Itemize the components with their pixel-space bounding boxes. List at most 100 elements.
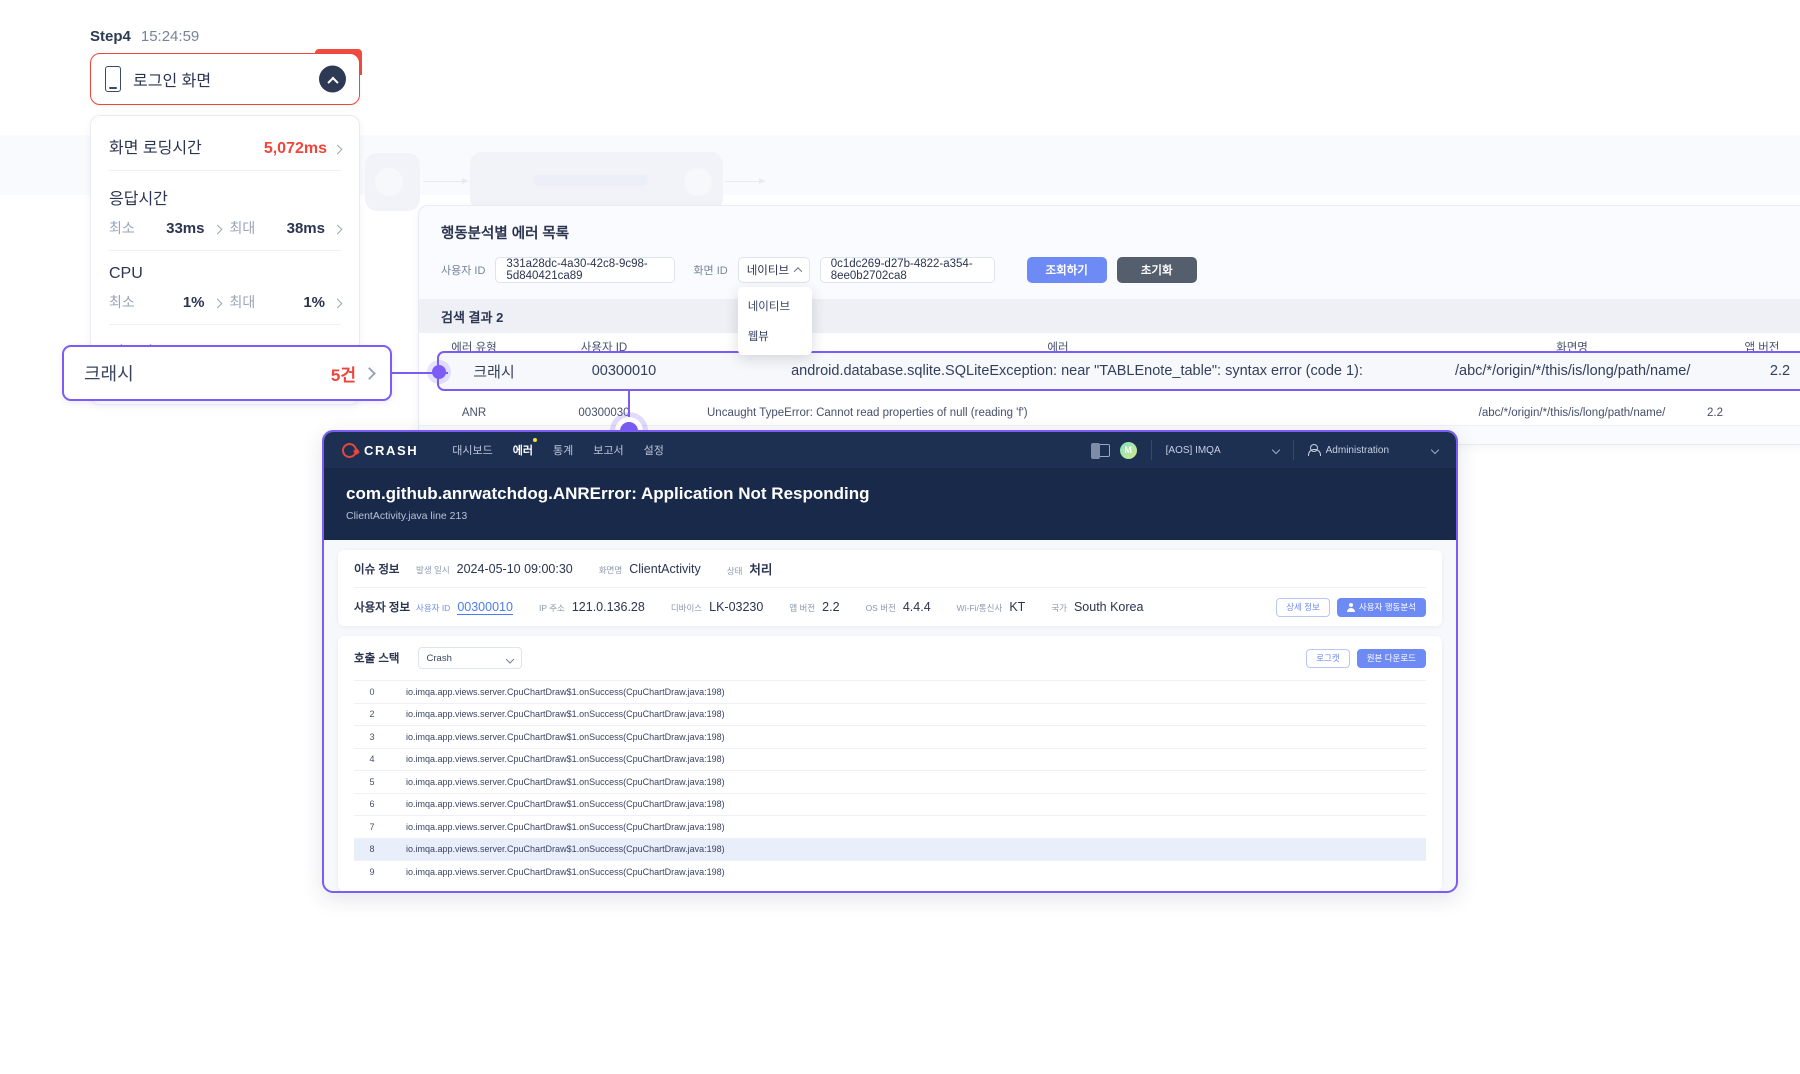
user-field-app-version: 앱 버전 2.2 xyxy=(789,600,839,614)
call-stack-row[interactable]: 7 io.imqa.app.views.server.CpuChartDraw$… xyxy=(354,815,1426,838)
connector-dot-row xyxy=(432,365,446,379)
collapse-button[interactable] xyxy=(319,65,346,93)
chevron-right-icon[interactable] xyxy=(332,298,343,309)
call-stack-row[interactable]: 4 io.imqa.app.views.server.CpuChartDraw$… xyxy=(354,747,1426,771)
app-logo: CRASH xyxy=(339,439,418,461)
cell-error: Uncaught TypeError: Cannot read properti… xyxy=(707,407,1028,419)
field-value: South Korea xyxy=(1073,600,1144,614)
call-stack-row[interactable]: 0 io.imqa.app.views.server.CpuChartDraw$… xyxy=(354,680,1426,703)
call-stack-row[interactable]: 3 io.imqa.app.views.server.CpuChartDraw$… xyxy=(354,725,1426,748)
field-key: 화면명 xyxy=(598,564,623,575)
screen-row[interactable]: 로그인 화면 xyxy=(90,53,360,105)
metric-name: CPU xyxy=(109,265,143,282)
reset-button[interactable]: 초기화 xyxy=(1116,257,1197,283)
user-behavior-analysis-label: 사용자 행동분석 xyxy=(1358,602,1416,612)
chevron-right-icon[interactable] xyxy=(332,224,343,235)
app-menu: 대시보드 에러 통계 보고서 설정 xyxy=(452,438,664,458)
search-button[interactable]: 조회하기 xyxy=(1026,257,1107,283)
metric-value[interactable]: 5,072ms xyxy=(263,140,343,158)
chevron-up-icon xyxy=(793,267,802,276)
metric-row-loading[interactable]: 화면 로딩시간 5,072ms xyxy=(109,120,343,171)
metric-row-cpu[interactable]: CPU 최소 1% 최대 1% xyxy=(109,251,343,325)
user-info-title: 사용자 정보 xyxy=(354,602,411,614)
cell-user-id: 00300030 xyxy=(578,407,630,419)
stack-text: io.imqa.app.views.server.CpuChartDraw$1.… xyxy=(406,686,725,697)
user-behavior-analysis-button[interactable]: 사용자 행동분석 xyxy=(1336,597,1426,617)
cell-user-id: 00300010 xyxy=(591,363,657,379)
user-info-actions: 상세 정보 사용자 행동분석 xyxy=(1276,597,1426,617)
dropdown-option-webview[interactable]: 웹뷰 xyxy=(738,321,812,351)
step-header: Step4 15:24:59 xyxy=(90,28,360,45)
app-body: 이슈 정보 발생 일시 2024-05-10 09:00:30 화면명 Clie… xyxy=(324,540,1456,891)
stack-index: 2 xyxy=(369,709,375,720)
ghost-arrow xyxy=(423,178,468,184)
dropdown-option-native[interactable]: 네이티브 xyxy=(738,291,812,321)
issue-info-row: 이슈 정보 발생 일시 2024-05-10 09:00:30 화면명 Clie… xyxy=(354,550,1426,588)
error-title-area: com.github.anrwatchdog.ANRError: Applica… xyxy=(324,468,1456,540)
field-key: 상태 xyxy=(726,566,743,576)
stack-text: io.imqa.app.views.server.CpuChartDraw$1.… xyxy=(406,731,725,742)
issue-info-title: 이슈 정보 xyxy=(354,563,400,576)
screen-id-input[interactable]: 0c1dc269-d27b-4822-a354-8ee0b2702ca8 xyxy=(819,257,995,283)
user-field-device: 디바이스 LK-03230 xyxy=(671,600,764,614)
notification-dot-icon xyxy=(532,438,537,442)
error-list-panel: 행동분석별 에러 목록 사용자 ID 331a28dc-4a30-42c8-9c… xyxy=(418,205,1800,445)
logcat-button[interactable]: 로그캣 xyxy=(1306,648,1350,668)
field-value: KT xyxy=(1009,600,1026,614)
field-value[interactable]: 00300010 xyxy=(457,600,513,615)
phone-icon xyxy=(105,66,121,92)
call-stack-row[interactable]: 2 io.imqa.app.views.server.CpuChartDraw$… xyxy=(354,702,1426,726)
call-stack-row[interactable]: 9 io.imqa.app.views.server.CpuChartDraw$… xyxy=(354,860,1426,883)
download-original-button[interactable]: 원본 다운로드 xyxy=(1356,648,1426,668)
call-stack-card: 호출 스택 Crash 로그캣 원본 다운로드 0 io.imqa.app.vi… xyxy=(338,636,1442,891)
call-stack-row[interactable]: 6 io.imqa.app.views.server.CpuChartDraw$… xyxy=(354,792,1426,816)
nav-item-statistics[interactable]: 통계 xyxy=(553,442,573,458)
user-field-country: 국가 South Korea xyxy=(1051,600,1143,614)
crash-metric-value: 5건 xyxy=(331,361,376,386)
chevron-right-icon[interactable] xyxy=(212,224,222,235)
person-icon xyxy=(1307,444,1321,456)
app-switch-icon[interactable] xyxy=(1090,442,1110,459)
divider xyxy=(1292,440,1294,460)
user-id-input[interactable]: 331a28dc-4a30-42c8-9c98-5d840421ca89 xyxy=(495,257,676,283)
detail-info-button[interactable]: 상세 정보 xyxy=(1276,597,1330,617)
metric-min-value: 33ms xyxy=(166,220,205,237)
metric-value-text: 5,072ms xyxy=(263,140,327,157)
stack-text: io.imqa.app.views.server.CpuChartDraw$1.… xyxy=(406,844,725,855)
crash-metric-label: 크래시 xyxy=(84,364,134,384)
app-navbar: CRASH 대시보드 에러 통계 보고서 설정 M [AOS] IMQA Adm… xyxy=(324,432,1456,468)
nav-item-dashboard[interactable]: 대시보드 xyxy=(452,442,492,458)
divider xyxy=(1150,440,1152,460)
metric-row-response[interactable]: 응답시간 최소 33ms 최대 38ms xyxy=(109,171,343,251)
ghost-circle-small xyxy=(375,168,403,196)
nav-item-error[interactable]: 에러 xyxy=(513,438,537,458)
field-key: 사용자 ID xyxy=(416,602,451,613)
panel-title: 행동분석별 에러 목록 xyxy=(441,226,570,242)
avatar[interactable]: M xyxy=(1119,441,1137,459)
nav-item-settings[interactable]: 설정 xyxy=(644,442,664,458)
call-stack-row-selected[interactable]: 8 io.imqa.app.views.server.CpuChartDraw$… xyxy=(354,837,1426,860)
screen-type-select[interactable]: 네이티브 네이티브 웹뷰 xyxy=(737,257,812,355)
screen-type-value: 네이티브 xyxy=(746,265,790,277)
call-stack-type-select[interactable]: Crash xyxy=(417,647,522,669)
crash-metric-callout[interactable]: 크래시 5건 xyxy=(62,345,392,401)
table-row-highlighted[interactable]: 크래시 00300010 android.database.sqlite.SQL… xyxy=(437,351,1800,391)
nav-item-report[interactable]: 보고서 xyxy=(593,442,623,458)
screen-id-filter-label: 화면 ID xyxy=(693,265,728,277)
field-key: 앱 버전 xyxy=(789,603,816,613)
stack-index: 3 xyxy=(369,731,375,742)
chevron-down-icon xyxy=(505,655,514,664)
field-key: 국가 xyxy=(1051,603,1067,613)
search-result-count: 검색 결과 2 xyxy=(419,299,1800,333)
user-field-ip: IP 주소 121.0.136.28 xyxy=(539,600,645,614)
project-selector[interactable]: [AOS] IMQA xyxy=(1166,445,1280,456)
call-stack-row[interactable]: 5 io.imqa.app.views.server.CpuChartDraw$… xyxy=(354,770,1426,793)
account-menu[interactable]: Administration xyxy=(1307,444,1440,456)
chevron-right-icon[interactable] xyxy=(212,298,222,309)
stack-text: io.imqa.app.views.server.CpuChartDraw$1.… xyxy=(406,821,725,832)
ghost-line xyxy=(533,175,648,186)
issue-field-status: 상태 처리 xyxy=(727,559,773,578)
chevron-down-icon xyxy=(1271,445,1280,455)
screen-type-dropdown: 네이티브 웹뷰 xyxy=(737,287,812,355)
step-time: 15:24:59 xyxy=(140,28,200,45)
